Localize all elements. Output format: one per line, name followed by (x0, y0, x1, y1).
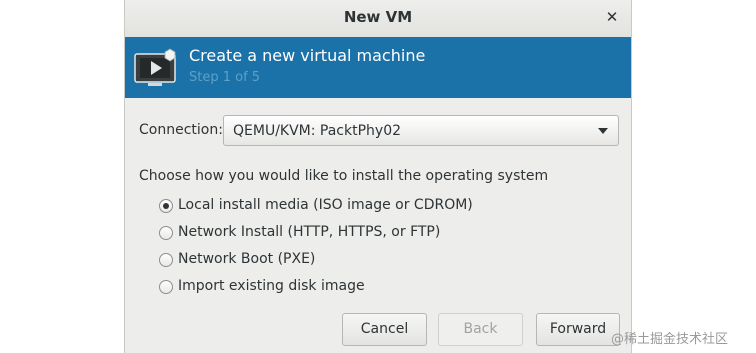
radio-button-checked[interactable] (159, 199, 173, 213)
install-method-prompt: Choose how you would like to install the… (139, 168, 549, 184)
radio-label: Network Boot (PXE) (178, 251, 316, 267)
forward-button[interactable]: Forward (536, 313, 620, 346)
radio-label: Import existing disk image (178, 278, 365, 294)
radio-label: Network Install (HTTP, HTTPS, or FTP) (178, 224, 441, 240)
connection-label: Connection: (139, 122, 223, 138)
radio-button[interactable] (159, 226, 173, 240)
connection-dropdown[interactable]: QEMU/KVM: PacktPhy02 (223, 115, 619, 146)
window-title: New VM (343, 8, 413, 26)
radio-button[interactable] (159, 280, 173, 294)
title-bar[interactable]: New VM ✕ (125, 0, 631, 38)
close-icon[interactable]: ✕ (603, 8, 621, 26)
new-vm-dialog: New VM ✕ Create a new virtual machine St… (124, 0, 632, 353)
wizard-step: Step 1 of 5 (189, 70, 261, 85)
virtual-machine-icon (134, 48, 176, 86)
chevron-down-icon (598, 128, 608, 134)
cancel-button[interactable]: Cancel (342, 313, 427, 346)
wizard-header-banner: Create a new virtual machine Step 1 of 5 (125, 37, 631, 98)
watermark: @稀土掘金技术社区 (611, 332, 729, 347)
radio-button[interactable] (159, 253, 173, 267)
wizard-title: Create a new virtual machine (189, 46, 426, 65)
radio-label: Local install media (ISO image or CDROM) (178, 197, 473, 213)
back-button[interactable]: Back (438, 313, 523, 346)
connection-value: QEMU/KVM: PacktPhy02 (233, 123, 402, 139)
